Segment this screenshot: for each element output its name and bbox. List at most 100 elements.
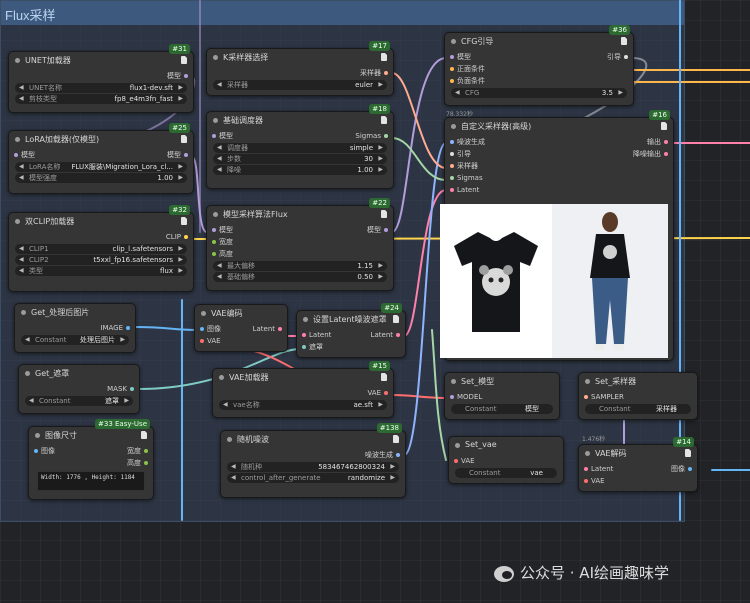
input-latent[interactable]: Latent — [450, 184, 479, 196]
socket-icon[interactable] — [130, 387, 134, 391]
widget-sampler-name[interactable]: ◀ 采样器 euler ▶ — [213, 80, 387, 90]
arrow-left-icon[interactable]: ◀ — [19, 244, 24, 254]
socket-icon[interactable] — [584, 395, 588, 399]
socket-icon[interactable] — [200, 327, 204, 331]
input-model[interactable]: 模型 — [212, 130, 233, 142]
document-icon[interactable] — [621, 37, 627, 45]
arrow-right-icon[interactable]: ▶ — [178, 266, 183, 276]
socket-icon[interactable] — [450, 79, 454, 83]
socket-icon[interactable] — [396, 453, 400, 457]
widget-lora-name[interactable]: ◀ LoRA名称 FLUX服装\Migration_Lora_cl... ▶ — [15, 162, 187, 172]
arrow-left-icon[interactable]: ◀ — [19, 266, 24, 276]
socket-icon[interactable] — [454, 459, 458, 463]
arrow-left-icon[interactable]: ◀ — [19, 162, 24, 172]
widget-unet-name[interactable]: ◀ UNET名称 flux1-dev.sft ▶ — [15, 83, 187, 93]
widget-denoise[interactable]: ◀ 降噪 1.00 ▶ — [213, 165, 387, 175]
socket-icon[interactable] — [384, 228, 388, 232]
socket-icon[interactable] — [450, 188, 454, 192]
widget-clip-type[interactable]: ◀ 类型 flux ▶ — [15, 266, 187, 276]
widget-clip1[interactable]: ◀ CLIP1 clip_l.safetensors ▶ — [15, 244, 187, 254]
arrow-right-icon[interactable]: ▶ — [378, 165, 383, 175]
collapse-dot-icon[interactable] — [21, 310, 26, 315]
socket-icon[interactable] — [34, 449, 38, 453]
socket-icon[interactable] — [450, 164, 454, 168]
output-height[interactable]: 高度 — [127, 457, 148, 469]
arrow-right-icon[interactable]: ▶ — [390, 462, 395, 472]
arrow-right-icon[interactable]: ▶ — [178, 255, 183, 265]
input-latent[interactable]: Latent — [302, 329, 331, 341]
collapse-dot-icon[interactable] — [15, 137, 20, 142]
widget-control-after-generate[interactable]: ◀ control_after_generate randomize ▶ — [227, 473, 399, 483]
document-icon[interactable] — [181, 217, 187, 225]
widget-constant[interactable]: Constant 模型 — [451, 404, 553, 414]
arrow-right-icon[interactable]: ▶ — [120, 335, 125, 345]
output-output[interactable]: 输出 — [647, 136, 668, 148]
socket-icon[interactable] — [212, 228, 216, 232]
widget-max-shift[interactable]: ◀ 最大偏移 1.15 ▶ — [213, 261, 387, 271]
input-guider[interactable]: 引导 — [450, 148, 471, 160]
node-lora-loader[interactable]: LoRA加载器(仅模型) #25 模型 模型 ◀ LoRA名称 FLUX服装\Migra… — [8, 123, 194, 194]
arrow-left-icon[interactable]: ◀ — [29, 396, 34, 406]
socket-icon[interactable] — [384, 391, 388, 395]
arrow-right-icon[interactable]: ▶ — [124, 396, 129, 406]
document-icon[interactable] — [393, 435, 399, 443]
socket-icon[interactable] — [212, 240, 216, 244]
socket-icon[interactable] — [664, 152, 668, 156]
arrow-left-icon[interactable]: ◀ — [217, 261, 222, 271]
arrow-right-icon[interactable]: ▶ — [178, 173, 183, 183]
collapse-dot-icon[interactable] — [585, 379, 590, 384]
node-vae-decode[interactable]: VAE解码 #14 Latent 图像 VAE — [578, 437, 698, 492]
socket-icon[interactable] — [126, 326, 130, 330]
collapse-dot-icon[interactable] — [451, 39, 456, 44]
node-unet-loader[interactable]: UNET加载器 #31 模型 ◀ UNET名称 flux1-dev.sft ▶ ◀ 剪枝类… — [8, 44, 194, 113]
node-model-sampling-flux[interactable]: 模型采样算法Flux #22 模型 模型 宽度 高度 ◀ 最大偏移 1.15 ▶ ◀ 基础偏… — [206, 198, 394, 291]
arrow-right-icon[interactable]: ▶ — [378, 143, 383, 153]
socket-icon[interactable] — [384, 71, 388, 75]
node-set-sampler[interactable]: Set_采样器 SAMPLER Constant 采样器 — [578, 372, 698, 420]
socket-icon[interactable] — [302, 333, 306, 337]
output-noise[interactable]: 噪波生成 — [365, 449, 400, 461]
socket-icon[interactable] — [200, 339, 204, 343]
input-image[interactable]: 图像 — [200, 323, 221, 335]
node-dual-clip-loader[interactable]: 双CLIP加载器 #32 CLIP ◀ CLIP1 clip_l.safetensor… — [8, 205, 194, 292]
arrow-right-icon[interactable]: ▶ — [378, 80, 383, 90]
socket-icon[interactable] — [450, 176, 454, 180]
output-guider[interactable]: 引导 — [607, 51, 628, 63]
input-width[interactable]: 宽度 — [212, 236, 233, 248]
arrow-left-icon[interactable]: ◀ — [19, 255, 24, 265]
input-model[interactable]: 模型 — [212, 224, 233, 236]
socket-icon[interactable] — [624, 55, 628, 59]
collapse-dot-icon[interactable] — [213, 118, 218, 123]
arrow-right-icon[interactable]: ▶ — [378, 400, 383, 410]
input-model[interactable]: 模型 — [450, 51, 471, 63]
node-image-size[interactable]: 图像尺寸 #33 Easy-Use 图像 宽度 高度 Width: 1776 , H… — [28, 419, 154, 500]
collapse-dot-icon[interactable] — [303, 317, 308, 322]
node-set-model[interactable]: Set_模型 MODEL Constant 模型 — [444, 372, 560, 420]
collapse-dot-icon[interactable] — [201, 311, 206, 316]
output-vae[interactable]: VAE — [367, 387, 388, 399]
output-mask[interactable]: MASK — [107, 383, 134, 395]
widget-clip2[interactable]: ◀ CLIP2 t5xxl_fp16.safetensors ▶ — [15, 255, 187, 265]
arrow-right-icon[interactable]: ▶ — [178, 162, 183, 172]
collapse-dot-icon[interactable] — [455, 443, 460, 448]
node-set-vae[interactable]: Set_vae VAE Constant vae — [448, 436, 564, 484]
document-icon[interactable] — [393, 315, 399, 323]
input-mask[interactable]: 遮罩 — [302, 341, 323, 353]
arrow-right-icon[interactable]: ▶ — [178, 94, 183, 104]
widget-lora-strength[interactable]: ◀ 模型强度 1.00 ▶ — [15, 173, 187, 183]
output-clip[interactable]: CLIP — [166, 231, 188, 243]
node-canvas[interactable]: Flux采样 UNET加载器 #31 模型 ◀ UNET名称 flux1-dev… — [0, 0, 750, 603]
widget-vae-name[interactable]: ◀ vae名称 ae.sft ▶ — [219, 400, 387, 410]
socket-icon[interactable] — [664, 140, 668, 144]
widget-constant[interactable]: ◀ Constant 处理后图片 ▶ — [21, 335, 129, 345]
socket-icon[interactable] — [584, 467, 588, 471]
collapse-dot-icon[interactable] — [213, 55, 218, 60]
arrow-right-icon[interactable]: ▶ — [178, 83, 183, 93]
socket-icon[interactable] — [688, 467, 692, 471]
output-model[interactable]: 模型 — [367, 224, 388, 236]
document-icon[interactable] — [381, 53, 387, 61]
node-vae-loader[interactable]: VAE加载器 #15 VAE ◀ vae名称 ae.sft ▶ — [212, 361, 394, 418]
arrow-left-icon[interactable]: ◀ — [19, 94, 24, 104]
collapse-dot-icon[interactable] — [451, 124, 456, 129]
arrow-left-icon[interactable]: ◀ — [19, 83, 24, 93]
